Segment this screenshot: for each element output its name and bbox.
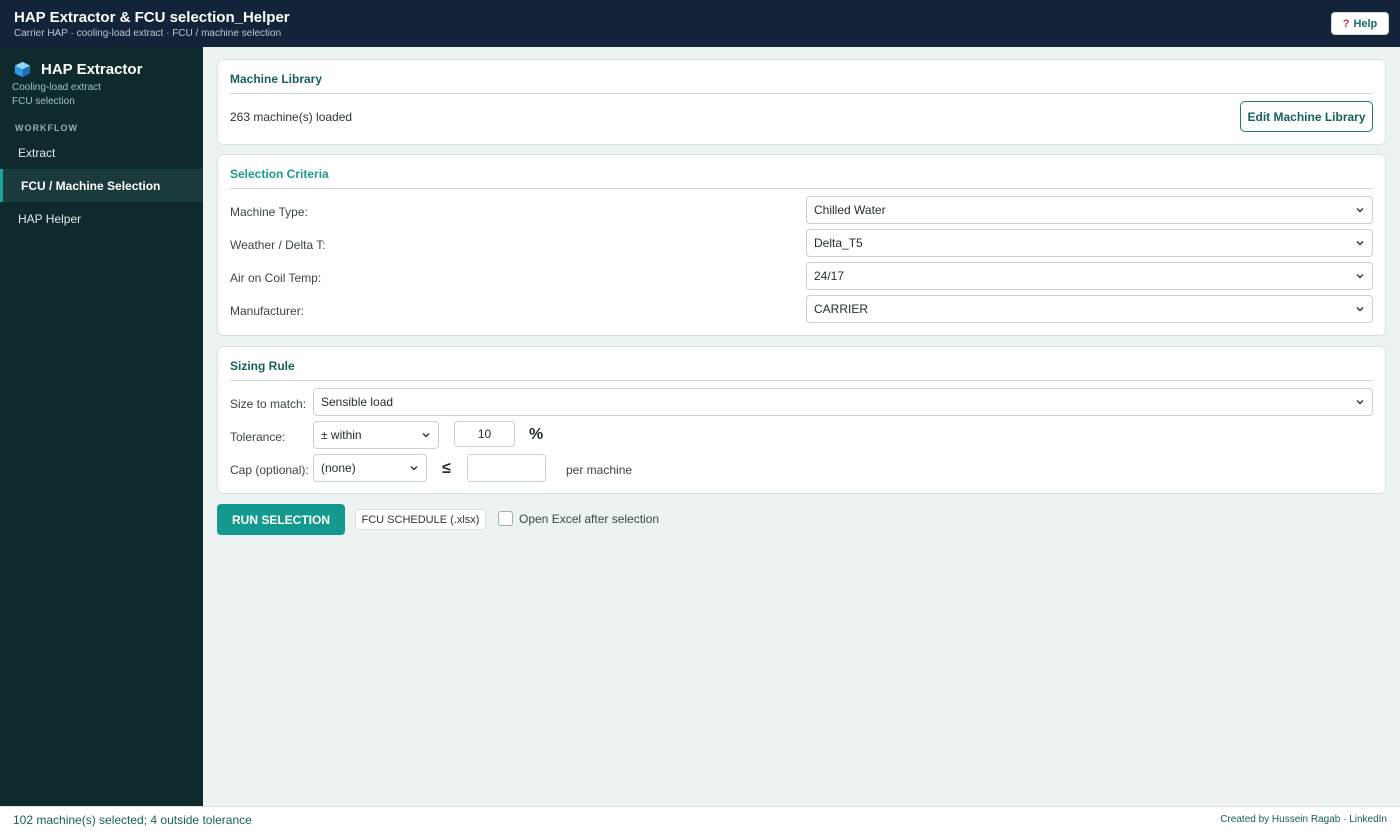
machine-type-value: Chilled Water	[814, 203, 886, 217]
fcu-schedule-button[interactable]: FCU SCHEDULE (.xlsx)	[355, 509, 486, 530]
divider	[230, 188, 1373, 189]
tolerance-mode-value: ± within	[321, 428, 362, 442]
divider	[230, 93, 1373, 94]
sidebar: HAP Extractor Cooling-load extract FCU s…	[0, 47, 203, 806]
sidebar-item-hap-helper[interactable]: HAP Helper	[0, 202, 203, 235]
open-excel-label: Open Excel after selection	[519, 512, 660, 526]
sidebar-item-extract[interactable]: Extract	[0, 136, 203, 169]
edit-machine-library-button[interactable]: Edit Machine Library	[1240, 101, 1373, 132]
cap-mode-value: (none)	[321, 461, 356, 475]
size-to-match-value: Sensible load	[321, 395, 394, 409]
cap-label: Cap (optional):	[230, 463, 309, 477]
manufacturer-label: Manufacturer:	[230, 304, 305, 318]
selection-status-text: 102 machine(s) selected; 4 outside toler…	[13, 813, 252, 827]
manufacturer-value: CARRIER	[814, 302, 869, 316]
app-title: HAP Extractor & FCU selection_Helper	[14, 9, 290, 26]
machine-library-panel: Machine Library 263 machine(s) loaded Ed…	[217, 59, 1386, 145]
machine-type-select[interactable]: Chilled Water	[806, 196, 1373, 224]
selection-criteria-panel: Selection Criteria Machine Type: Chilled…	[217, 154, 1386, 336]
size-to-match-select[interactable]: Sensible load	[313, 388, 1373, 416]
question-mark-icon: ?	[1342, 17, 1350, 30]
size-to-match-label: Size to match:	[230, 397, 307, 411]
machine-library-title: Machine Library	[230, 72, 323, 86]
chevron-down-icon	[410, 466, 418, 471]
cap-mode-select[interactable]: (none)	[313, 454, 427, 482]
brand: HAP Extractor	[14, 61, 142, 78]
chevron-down-icon	[1356, 208, 1364, 213]
chevron-down-icon	[422, 433, 430, 438]
machine-type-label: Machine Type:	[230, 205, 308, 219]
chevron-down-icon	[1356, 241, 1364, 246]
title-bar: HAP Extractor & FCU selection_Helper Car…	[0, 0, 1400, 47]
air-on-coil-temp-select[interactable]: 24/17	[806, 262, 1373, 290]
help-button-label: Help	[1353, 17, 1378, 30]
less-equal-symbol: ≤	[442, 460, 451, 477]
chevron-down-icon	[1356, 274, 1364, 279]
per-machine-label: per machine	[566, 463, 633, 477]
open-excel-checkbox[interactable]	[498, 511, 513, 526]
chevron-down-icon	[1356, 400, 1364, 405]
credits-text: Created by Hussein Ragab · LinkedIn	[1220, 814, 1387, 825]
app-subtitle: Carrier HAP · cooling-load extract · FCU…	[14, 28, 282, 39]
selection-criteria-title: Selection Criteria	[230, 167, 329, 181]
brand-subtitle-1: Cooling-load extract	[12, 82, 101, 93]
weather-delta-t-select[interactable]: Delta_T5	[806, 229, 1373, 257]
status-bar: 102 machine(s) selected; 4 outside toler…	[0, 806, 1400, 831]
divider	[230, 380, 1373, 381]
run-selection-button[interactable]: RUN SELECTION	[217, 504, 345, 535]
air-on-coil-temp-label: Air on Coil Temp:	[230, 271, 322, 285]
sizing-rule-panel: Sizing Rule Size to match: Sensible load…	[217, 346, 1386, 494]
cube-icon	[14, 61, 31, 78]
brand-title: HAP Extractor	[41, 61, 143, 78]
machines-loaded-count: 263 machine(s) loaded	[230, 110, 353, 124]
cap-value-input[interactable]	[467, 454, 546, 482]
weather-delta-t-value: Delta_T5	[814, 236, 863, 250]
tolerance-label: Tolerance:	[230, 430, 286, 444]
help-button[interactable]: ? Help	[1331, 12, 1389, 35]
tolerance-mode-select[interactable]: ± within	[313, 421, 439, 449]
brand-subtitle-2: FCU selection	[12, 96, 75, 107]
workflow-section-label: WORKFLOW	[15, 123, 78, 133]
percent-unit: %	[529, 426, 544, 443]
tolerance-value-input[interactable]: 10	[454, 421, 515, 447]
main-content: Machine Library 263 machine(s) loaded Ed…	[203, 47, 1400, 806]
weather-delta-t-label: Weather / Delta T:	[230, 238, 326, 252]
sidebar-item-fcu-machine-selection[interactable]: FCU / Machine Selection	[0, 169, 203, 202]
manufacturer-select[interactable]: CARRIER	[806, 295, 1373, 323]
chevron-down-icon	[1356, 307, 1364, 312]
air-on-coil-temp-value: 24/17	[814, 269, 845, 283]
sizing-rule-title: Sizing Rule	[230, 359, 295, 373]
